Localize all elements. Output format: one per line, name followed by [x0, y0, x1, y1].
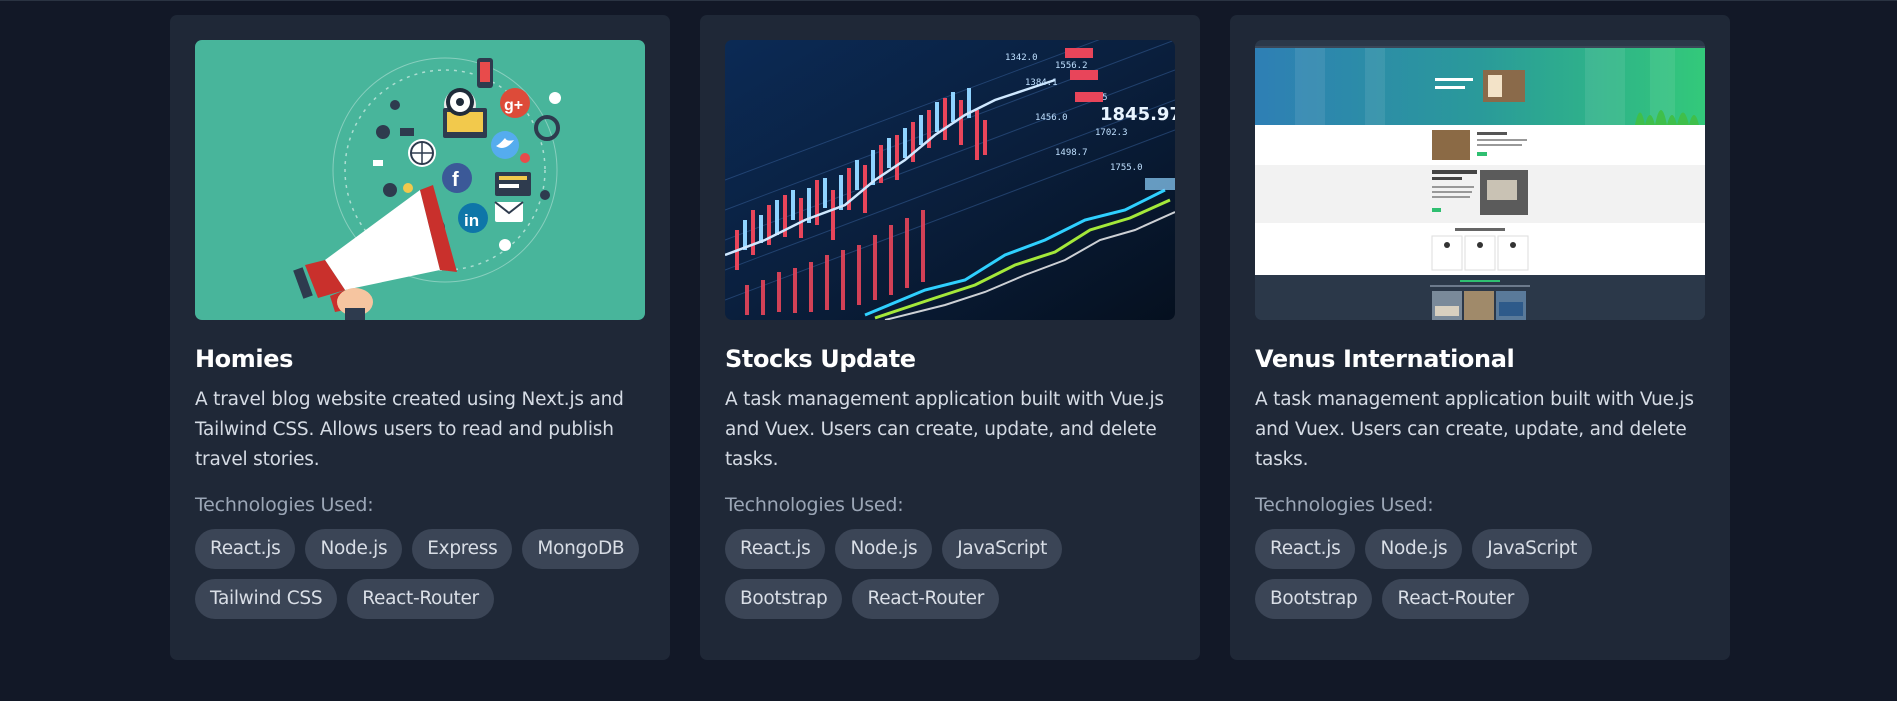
svg-text:1556.2: 1556.2 — [1055, 61, 1088, 71]
tech-tag: React.js — [1255, 529, 1356, 569]
project-image[interactable] — [1255, 40, 1705, 320]
project-image[interactable]: f in g+ — [195, 40, 645, 320]
svg-text:in: in — [464, 211, 479, 230]
svg-text:g+: g+ — [504, 97, 523, 114]
tech-tag-list: React.js Node.js JavaScript Bootstrap Re… — [1255, 529, 1705, 619]
svg-text:1456.0: 1456.0 — [1035, 113, 1068, 123]
tech-tag: Node.js — [835, 529, 933, 569]
tech-tag: React-Router — [852, 579, 1000, 619]
svg-text:f: f — [452, 169, 459, 191]
tech-tag: Bootstrap — [725, 579, 843, 619]
tech-tag: JavaScript — [942, 529, 1063, 569]
tech-tag: Express — [412, 529, 513, 569]
project-card-stocks-update[interactable]: 1342.01556.2 1384.11621.5 1456.01702.3 1… — [700, 15, 1200, 660]
svg-text:1755.0: 1755.0 — [1110, 163, 1143, 173]
svg-text:1384.1: 1384.1 — [1025, 78, 1058, 88]
project-description: A task management application built with… — [1255, 389, 1694, 470]
tech-tag-list: React.js Node.js Express MongoDB Tailwin… — [195, 529, 645, 619]
tech-tag: React.js — [195, 529, 296, 569]
project-description: A travel blog website created using Next… — [195, 389, 624, 470]
tech-tag: React-Router — [347, 579, 494, 619]
svg-text:1498.7: 1498.7 — [1055, 148, 1088, 158]
technologies-heading: Technologies Used: — [1255, 494, 1434, 516]
technologies-heading: Technologies Used: — [195, 494, 374, 516]
tech-tag: MongoDB — [522, 529, 640, 569]
tech-tag: React-Router — [1382, 579, 1530, 619]
website-screenshot — [1255, 40, 1705, 320]
project-card-venus-international[interactable]: Venus International A task management ap… — [1230, 15, 1730, 660]
technologies-heading: Technologies Used: — [725, 494, 904, 516]
project-title: Venus International — [1255, 345, 1515, 373]
project-description: A task management application built with… — [725, 389, 1164, 470]
project-cards: f in g+ Homies A travel blog website cre… — [170, 15, 1730, 660]
svg-text:1342.0: 1342.0 — [1005, 53, 1038, 63]
tech-tag: Node.js — [1365, 529, 1463, 569]
tech-tag: Node.js — [305, 529, 403, 569]
project-image[interactable]: 1342.01556.2 1384.11621.5 1456.01702.3 1… — [725, 40, 1175, 320]
project-card-homies[interactable]: f in g+ Homies A travel blog website cre… — [170, 15, 670, 660]
project-title: Stocks Update — [725, 345, 916, 373]
megaphone-illustration: f in g+ — [195, 40, 645, 320]
tech-tag-list: React.js Node.js JavaScript Bootstrap Re… — [725, 529, 1175, 619]
tech-tag: JavaScript — [1472, 529, 1593, 569]
top-divider — [0, 0, 1897, 1]
tech-tag: Bootstrap — [1255, 579, 1373, 619]
tech-tag: Tailwind CSS — [195, 579, 338, 619]
stock-chart-photo: 1342.01556.2 1384.11621.5 1456.01702.3 1… — [725, 40, 1175, 320]
svg-text:1845.97: 1845.97 — [1100, 104, 1175, 125]
tech-tag: React.js — [725, 529, 826, 569]
project-title: Homies — [195, 345, 293, 373]
svg-text:1702.3: 1702.3 — [1095, 128, 1128, 138]
